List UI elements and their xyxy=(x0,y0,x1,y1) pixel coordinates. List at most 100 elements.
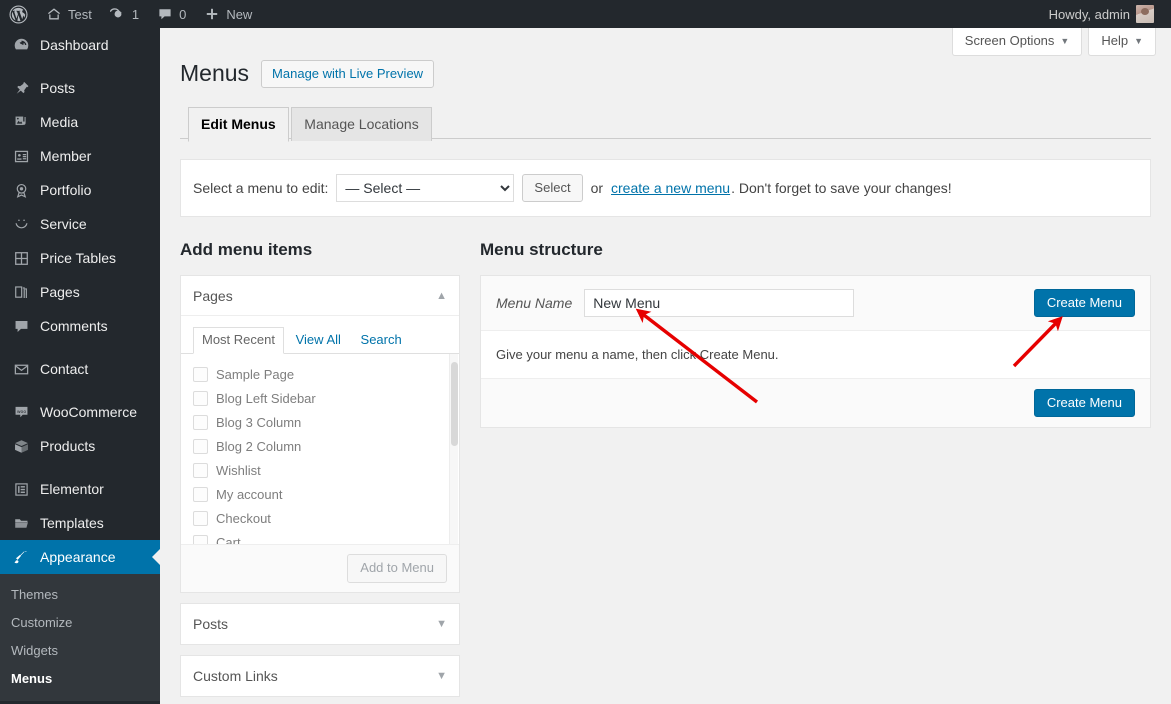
site-name-menu[interactable]: Test xyxy=(37,0,101,28)
checkbox-icon[interactable] xyxy=(193,511,208,526)
custom-links-postbox-header[interactable]: Custom Links ▼ xyxy=(181,656,459,696)
sidebar-separator xyxy=(0,343,160,352)
select-button[interactable]: Select xyxy=(522,174,582,202)
list-item-label: Wishlist xyxy=(216,463,261,478)
list-item[interactable]: My account xyxy=(193,482,447,506)
folder-icon xyxy=(11,515,31,532)
sidebar-item-portfolio[interactable]: Portfolio xyxy=(0,173,160,207)
create-a-new-menu-link[interactable]: create a new menu xyxy=(611,180,730,196)
menu-name-label: Menu Name xyxy=(496,295,572,311)
woocommerce-icon: woo xyxy=(11,404,31,421)
sidebar-item-label: Dashboard xyxy=(40,28,109,62)
scrollbar-thumb[interactable] xyxy=(451,362,458,446)
create-menu-button-bottom[interactable]: Create Menu xyxy=(1034,389,1135,417)
sidebar-item-pages[interactable]: Pages xyxy=(0,275,160,309)
admin-bar: Test 1 0 New Howdy, admin xyxy=(0,0,1171,28)
tab-search[interactable]: Search xyxy=(353,328,410,353)
submenu-item-menus[interactable]: Menus xyxy=(0,665,160,693)
tab-view-all[interactable]: View All xyxy=(288,328,349,353)
sidebar-item-service[interactable]: Service xyxy=(0,207,160,241)
submenu-item-widgets[interactable]: Widgets xyxy=(0,637,160,665)
list-item[interactable]: Checkout xyxy=(193,506,447,530)
sidebar-item-label: Member xyxy=(40,139,91,173)
help-label: Help xyxy=(1101,34,1128,48)
updates-count: 1 xyxy=(132,7,139,22)
pin-icon xyxy=(11,80,31,97)
new-content-menu[interactable]: New xyxy=(195,0,261,28)
nav-tabs: Edit Menus Manage Locations xyxy=(180,106,1151,139)
sidebar-item-label: Media xyxy=(40,105,78,139)
sidebar-item-woocommerce[interactable]: woo WooCommerce xyxy=(0,395,160,429)
checkbox-icon[interactable] xyxy=(193,487,208,502)
list-item[interactable]: Blog Left Sidebar xyxy=(193,386,447,410)
sidebar-item-comments[interactable]: Comments xyxy=(0,309,160,343)
tab-manage-locations[interactable]: Manage Locations xyxy=(291,107,431,141)
comments-menu[interactable]: 0 xyxy=(148,0,195,28)
sidebar-item-label: WooCommerce xyxy=(40,395,137,429)
screen-options-button[interactable]: Screen Options ▼ xyxy=(952,28,1083,56)
posts-postbox-header[interactable]: Posts ▼ xyxy=(181,604,459,644)
help-button[interactable]: Help ▼ xyxy=(1088,28,1156,56)
page-wrap: Menus Manage with Live Preview Edit Menu… xyxy=(160,28,1171,704)
comment-bubble-icon xyxy=(157,6,173,22)
chevron-down-icon[interactable]: ▼ xyxy=(436,618,447,630)
pages-list-scrollbar[interactable] xyxy=(449,354,458,544)
screen-meta-links: Screen Options ▼ Help ▼ xyxy=(952,28,1156,56)
submenu-item-customize[interactable]: Customize xyxy=(0,609,160,637)
new-content-label: New xyxy=(226,7,252,22)
sidebar-item-products[interactable]: Products xyxy=(0,429,160,463)
checkbox-icon[interactable] xyxy=(193,367,208,382)
list-item[interactable]: Cart xyxy=(193,530,447,544)
wordpress-logo-menu[interactable] xyxy=(0,0,37,28)
checkbox-icon[interactable] xyxy=(193,463,208,478)
list-item[interactable]: Blog 3 Column xyxy=(193,410,447,434)
site-name-label: Test xyxy=(68,7,92,22)
pages-checklist: Sample Page Blog Left Sidebar Blog 3 Col… xyxy=(181,354,459,544)
my-account-menu[interactable]: Howdy, admin xyxy=(1040,0,1163,28)
or-text: or xyxy=(591,180,603,196)
sidebar-item-media[interactable]: Media xyxy=(0,105,160,139)
sidebar-item-member[interactable]: Member xyxy=(0,139,160,173)
chevron-down-icon[interactable]: ▼ xyxy=(436,670,447,682)
chevron-up-icon[interactable]: ▲ xyxy=(436,290,447,302)
sidebar-item-elementor[interactable]: Elementor xyxy=(0,472,160,506)
checkbox-icon[interactable] xyxy=(193,535,208,545)
sidebar-item-appearance[interactable]: Appearance xyxy=(0,540,160,574)
create-menu-button-top[interactable]: Create Menu xyxy=(1034,289,1135,317)
menu-instructions: Give your menu a name, then click Create… xyxy=(481,331,1150,378)
avatar xyxy=(1136,5,1154,23)
checkbox-icon[interactable] xyxy=(193,415,208,430)
menu-panel-footer: Create Menu xyxy=(481,378,1150,427)
add-to-menu-button[interactable]: Add to Menu xyxy=(347,554,447,583)
menu-select-dropdown[interactable]: — Select — xyxy=(336,174,514,202)
envelope-icon xyxy=(11,361,31,378)
comment-bubble-icon xyxy=(11,318,31,335)
list-item[interactable]: Blog 2 Column xyxy=(193,434,447,458)
list-item-label: Blog Left Sidebar xyxy=(216,391,316,406)
grid-icon xyxy=(11,250,31,267)
tab-most-recent[interactable]: Most Recent xyxy=(193,327,284,354)
checkbox-icon[interactable] xyxy=(193,391,208,406)
checkbox-icon[interactable] xyxy=(193,439,208,454)
updates-icon xyxy=(110,6,126,22)
sidebar-item-templates[interactable]: Templates xyxy=(0,506,160,540)
updates-menu[interactable]: 1 xyxy=(101,0,148,28)
sidebar-item-contact[interactable]: Contact xyxy=(0,352,160,386)
sidebar-item-dashboard[interactable]: Dashboard xyxy=(0,28,160,62)
list-item[interactable]: Wishlist xyxy=(193,458,447,482)
home-icon xyxy=(46,6,62,22)
tab-edit-menus[interactable]: Edit Menus xyxy=(188,107,289,142)
pages-postbox-header[interactable]: Pages ▲ xyxy=(181,276,459,316)
howdy-label: Howdy, admin xyxy=(1049,7,1130,22)
menu-name-row: Menu Name Create Menu xyxy=(481,276,1150,331)
sidebar-item-label: Pages xyxy=(40,275,80,309)
submenu-item-themes[interactable]: Themes xyxy=(0,581,160,609)
pages-inner-tabs: Most Recent View All Search xyxy=(181,316,459,354)
sidebar-item-posts[interactable]: Posts xyxy=(0,71,160,105)
manage-with-live-preview-button[interactable]: Manage with Live Preview xyxy=(261,60,434,88)
list-item[interactable]: Sample Page xyxy=(193,362,447,386)
menu-structure-column: Menu structure Menu Name Create Menu Giv… xyxy=(480,239,1151,704)
menu-name-input[interactable] xyxy=(584,289,854,317)
sidebar-item-price-tables[interactable]: Price Tables xyxy=(0,241,160,275)
sidebar-separator xyxy=(0,463,160,472)
